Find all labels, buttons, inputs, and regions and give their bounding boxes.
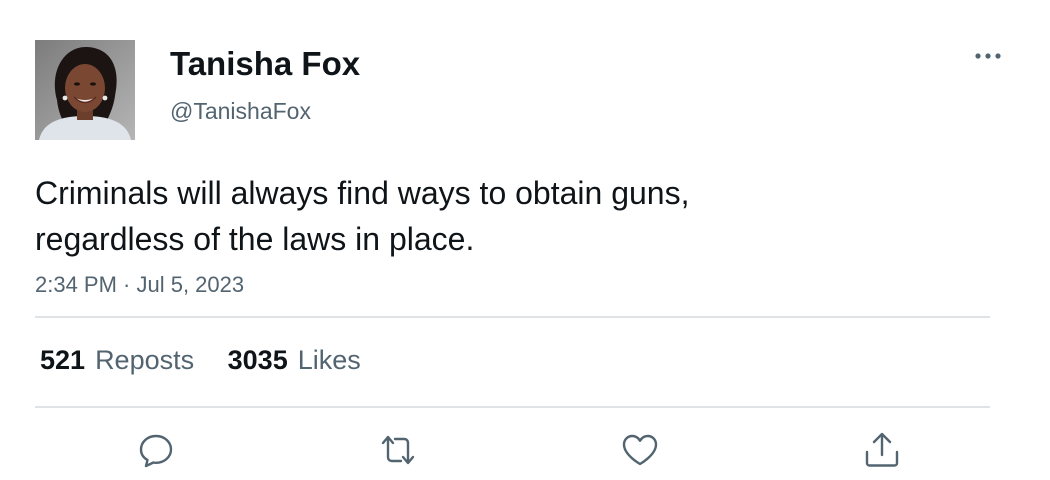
reposts-count: 521 <box>40 345 86 375</box>
more-horizontal-icon <box>975 53 1001 59</box>
tweet-text-line: regardless of the laws in place. <box>35 221 475 257</box>
repost-button[interactable] <box>376 428 420 472</box>
share-icon <box>865 432 899 467</box>
tweet-timestamp[interactable]: 2:34 PM · Jul 5, 2023 <box>35 270 244 300</box>
likes-stat[interactable]: 3035 Likes <box>228 342 361 378</box>
heart-icon <box>622 434 658 466</box>
likes-count: 3035 <box>227 345 288 375</box>
divider <box>35 406 990 408</box>
author-handle[interactable]: @TanishaFox <box>170 96 311 126</box>
avatar-photo <box>35 40 135 140</box>
avatar[interactable] <box>35 40 135 140</box>
reply-icon <box>139 434 173 468</box>
tweet-text-line: Criminals will always find ways to obtai… <box>35 175 690 211</box>
tweet-card: Tanisha Fox @TanishaFox Criminals will a… <box>0 0 1050 480</box>
tweet-text: Criminals will always find ways to obtai… <box>35 170 935 262</box>
share-button[interactable] <box>860 428 904 472</box>
likes-label: Likes <box>297 345 361 375</box>
more-options-button[interactable] <box>968 40 1008 72</box>
repost-icon <box>381 435 415 465</box>
divider <box>35 316 990 318</box>
author-display-name[interactable]: Tanisha Fox <box>170 44 360 84</box>
engagement-stats: 521 Reposts 3035 Likes <box>40 342 387 378</box>
reply-button[interactable] <box>134 428 178 472</box>
reposts-stat[interactable]: 521 Reposts <box>40 342 194 378</box>
like-button[interactable] <box>618 428 662 472</box>
reposts-label: Reposts <box>95 345 195 375</box>
